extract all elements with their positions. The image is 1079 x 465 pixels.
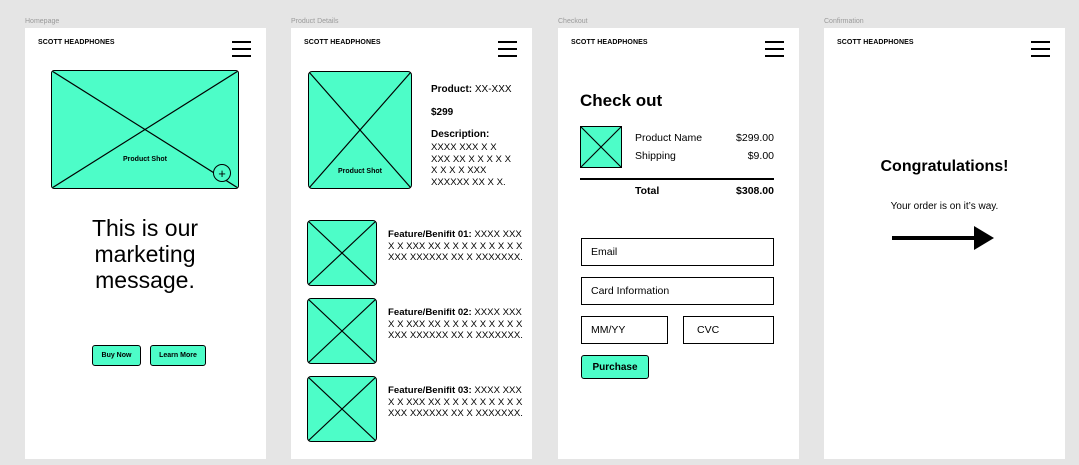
product-price: $299 [431, 107, 454, 118]
purchase-button[interactable]: Purchase [581, 355, 649, 379]
placeholder-cross-icon [308, 377, 376, 441]
marketing-message: This is our marketing message. [91, 215, 199, 293]
placeholder-cross-icon [308, 299, 376, 363]
feature-label: Feature/Benifit 01: [388, 229, 472, 240]
product-image-placeholder: Product Shot [308, 71, 412, 189]
brand-title: SCOTT HEADPHONES [837, 39, 914, 46]
feature-label: Feature/Benifit 02: [388, 307, 472, 318]
homepage-frame: SCOTT HEADPHONES Product Shot + This is … [25, 28, 266, 459]
expiry-field[interactable]: MM/YY [581, 316, 668, 344]
line-item-amount: $9.00 [747, 150, 774, 162]
feature-item: Feature/Benifit 01: XXXX XXX X X XXX XX … [388, 229, 523, 264]
card-information-field[interactable]: Card Information [581, 277, 774, 305]
frame-label-confirmation: Confirmation [824, 18, 864, 25]
feature-label: Feature/Benifit 03: [388, 385, 472, 396]
line-item-amount: $299.00 [736, 132, 774, 144]
menu-icon[interactable] [232, 41, 251, 57]
buy-now-button[interactable]: Buy Now [92, 345, 141, 366]
feature-image-placeholder [307, 298, 377, 364]
line-item-name: Shipping [635, 150, 676, 162]
brand-title: SCOTT HEADPHONES [571, 39, 648, 46]
feature-image-placeholder [307, 220, 377, 286]
placeholder-cross-icon [581, 127, 621, 167]
email-field[interactable]: Email [581, 238, 774, 266]
menu-icon[interactable] [765, 41, 784, 57]
feature-item: Feature/Benifit 02: XXXX XXX X X XXX XX … [388, 307, 523, 342]
frame-label-checkout: Checkout [558, 18, 588, 25]
placeholder-cross-icon [308, 221, 376, 285]
confirmation-heading: Congratulations! [880, 158, 1009, 175]
menu-icon[interactable] [1031, 41, 1050, 57]
checkout-frame: SCOTT HEADPHONES Check out Product Name … [558, 28, 799, 459]
brand-title: SCOTT HEADPHONES [38, 39, 115, 46]
confirmation-frame: SCOTT HEADPHONES Congratulations! Your o… [824, 28, 1065, 459]
feature-item: Feature/Benifit 03: XXXX XXX X X XXX XX … [388, 385, 523, 420]
product-code-label: Product: [431, 84, 473, 95]
checkout-title: Check out [580, 91, 663, 110]
learn-more-button[interactable]: Learn More [150, 345, 206, 366]
frame-label-product-details: Product Details [291, 18, 339, 25]
product-details-frame: SCOTT HEADPHONES Product Shot Product: X… [291, 28, 532, 459]
total-label: Total [635, 185, 660, 197]
zoom-in-icon[interactable]: + [213, 164, 231, 182]
line-item-name: Product Name [635, 132, 703, 144]
menu-icon[interactable] [498, 41, 517, 57]
cvc-field[interactable]: CVC [683, 316, 774, 344]
description-label: Description: [431, 129, 490, 140]
confirmation-message: Your order is on it’s way. [890, 201, 999, 212]
hero-image-label: Product Shot [123, 156, 167, 163]
arrow-right-icon [892, 226, 994, 250]
product-code: Product: XX-XXX [431, 84, 512, 95]
feature-image-placeholder [307, 376, 377, 442]
total-value: $308.00 [736, 185, 774, 197]
placeholder-cross-icon [52, 71, 238, 188]
description-text: XXXX XXX X X XXX XX X X X X X X X X X XX… [431, 142, 511, 188]
total-divider [580, 178, 774, 180]
product-code-value: XX-XXX [474, 84, 512, 95]
product-image-label: Product Shot [338, 168, 382, 175]
frame-label-homepage: Homepage [25, 18, 60, 25]
hero-image-placeholder: Product Shot [51, 70, 239, 189]
brand-title: SCOTT HEADPHONES [304, 39, 381, 46]
cart-item-image-placeholder [580, 126, 622, 168]
